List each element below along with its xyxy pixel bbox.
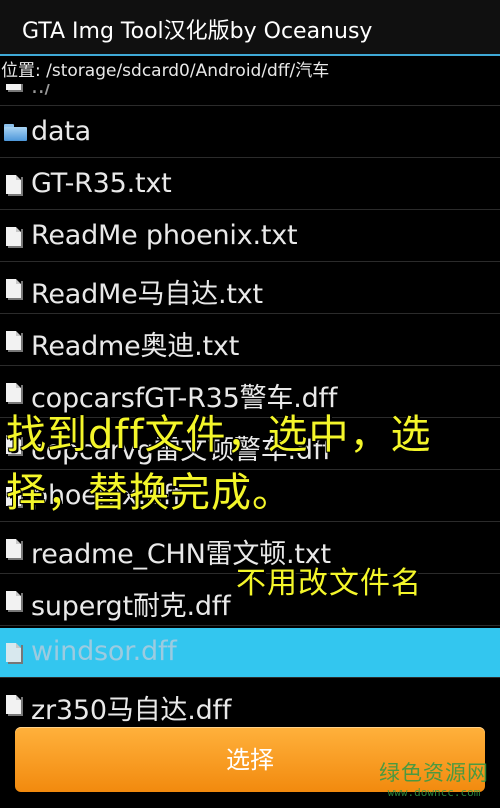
list-item-selected[interactable]: windsor.dff [0, 628, 500, 678]
current-path: 位置: /storage/sdcard0/Android/dff/汽车 [1, 61, 330, 81]
list-item[interactable]: zr350马自达.dff [0, 680, 500, 724]
file-icon [6, 695, 21, 714]
parent-directory-label: ../ [31, 84, 52, 99]
file-icon [6, 383, 21, 402]
path-bar: 位置: /storage/sdcard0/Android/dff/汽车 [0, 58, 500, 84]
list-item-label: windsor.dff [31, 636, 177, 667]
list-item[interactable]: GT-R35.txt [0, 160, 500, 210]
list-item[interactable]: ReadMe phoenix.txt [0, 212, 500, 262]
watermark-url: www.downcc.com [387, 786, 481, 799]
list-item[interactable]: ReadMe马自达.txt [0, 264, 500, 314]
list-item-label: zr350马自达.dff [31, 695, 232, 724]
file-icon [6, 175, 21, 194]
list-item[interactable]: Readme奥迪.txt [0, 316, 500, 366]
app-title: GTA Img Tool汉化版by Oceanusy [22, 19, 373, 44]
watermark: 绿色资源网 www.downcc.com [371, 760, 497, 806]
instruction-caption-line2: 择，替换完成。 [6, 470, 293, 516]
list-item-folder-data[interactable]: data [0, 108, 500, 158]
instruction-caption-line1: 找到dff文件，选中，选 [6, 412, 432, 458]
list-item-label: supergt耐克.dff [31, 591, 231, 622]
list-item-label: ReadMe马自达.txt [31, 279, 263, 310]
title-bar: GTA Img Tool汉化版by Oceanusy [0, 0, 500, 56]
parent-directory-row[interactable]: ../ [0, 84, 500, 106]
file-icon [6, 539, 21, 558]
folder-icon [4, 124, 27, 141]
list-item-label: data [31, 116, 92, 147]
watermark-name: 绿色资源网 [379, 761, 489, 785]
file-icon [6, 279, 21, 298]
list-item-label: Readme奥迪.txt [31, 331, 240, 362]
list-item-label: GT-R35.txt [31, 168, 172, 199]
file-icon [6, 591, 21, 610]
file-icon [6, 84, 21, 90]
file-icon [6, 643, 21, 662]
file-icon [6, 227, 21, 246]
file-icon [6, 331, 21, 350]
list-item-label: ReadMe phoenix.txt [31, 220, 298, 251]
instruction-note: 不用改文件名 [236, 566, 422, 601]
